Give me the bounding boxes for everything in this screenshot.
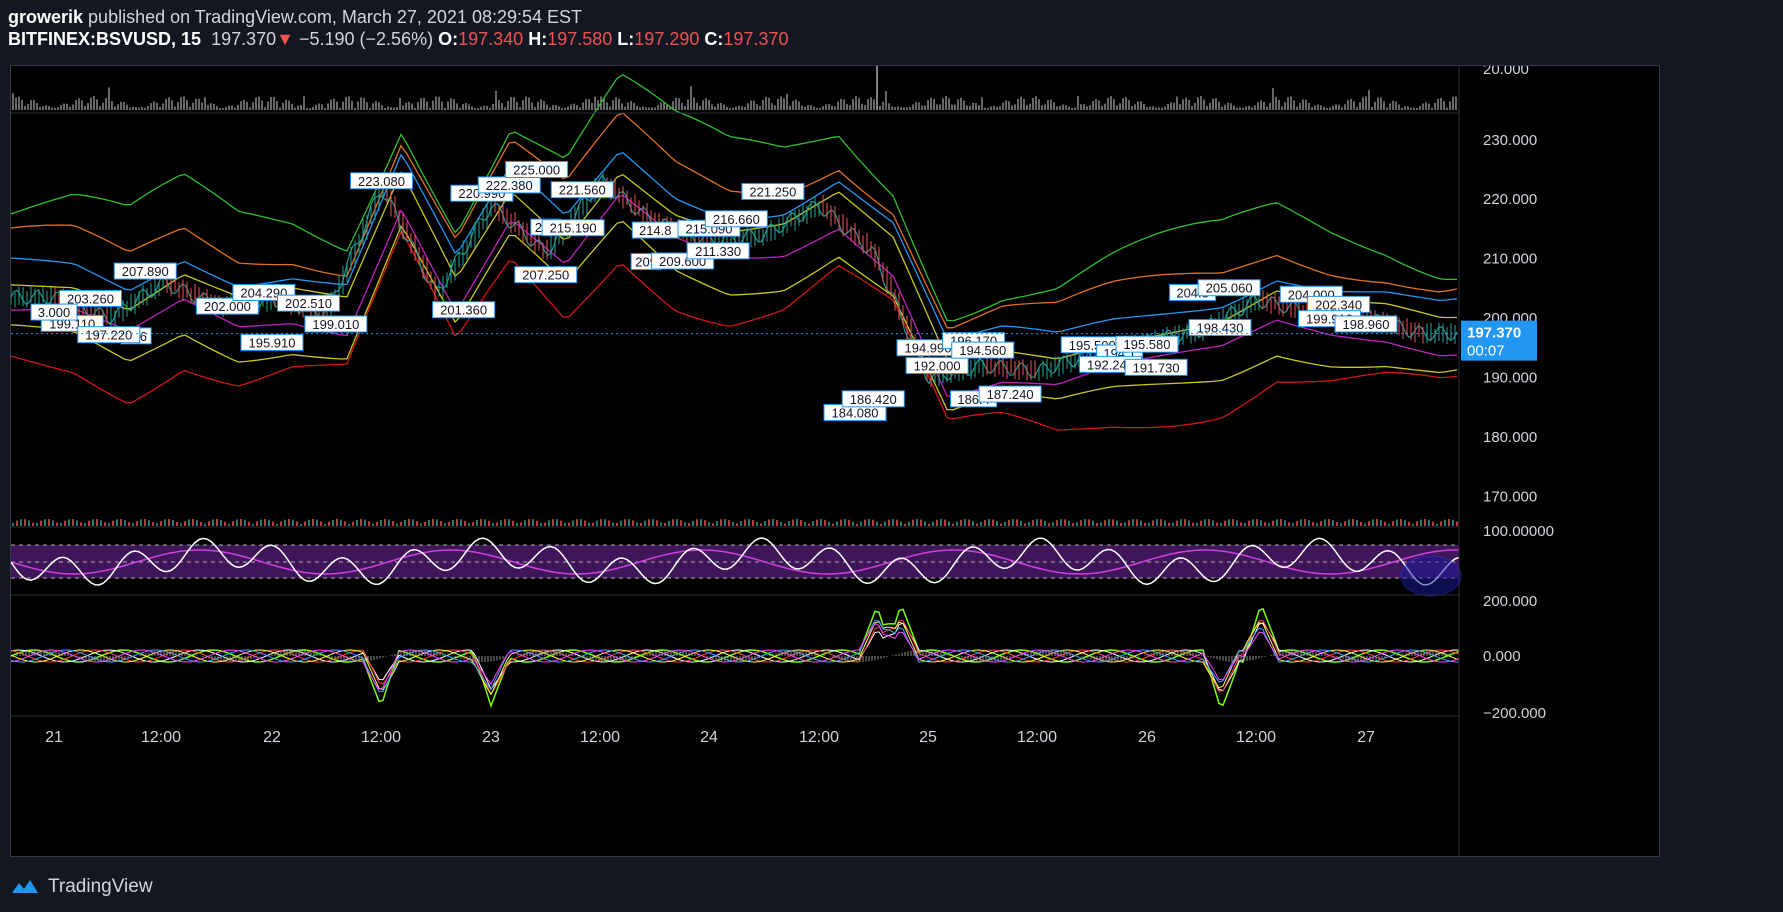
chart-svg[interactable]: 203.260199.110196197.220207.890202.00020… xyxy=(10,60,1659,856)
price-label: 191.730 xyxy=(1133,360,1180,375)
author-name[interactable]: growerik xyxy=(8,7,83,27)
low-value: 197.290 xyxy=(634,29,700,49)
price-tick-label: 230.000 xyxy=(1483,132,1537,149)
time-tick-label: 12:00 xyxy=(361,729,401,746)
open-label: O: xyxy=(438,29,459,49)
oscillator-line xyxy=(10,623,1460,690)
price-labels: 203.260199.110196197.220207.890202.00020… xyxy=(30,160,1398,422)
rsi-axis-label: 100.00000 xyxy=(1483,523,1554,540)
symbol-name[interactable]: BITFINEX:BSVUSD, 15 xyxy=(8,29,201,49)
price-tick-label: 220.000 xyxy=(1483,191,1537,208)
time-axis[interactable]: 21 12:00 22 12:00 23 12:00 24 12:00 25 12:00 26 12:… xyxy=(45,729,1375,746)
price-label: 197.220 xyxy=(85,328,132,343)
chart-header: growerik published on TradingView.com, M… xyxy=(8,6,788,50)
time-tick-label: 12:00 xyxy=(1236,729,1276,746)
price-tick-label: 190.000 xyxy=(1483,369,1537,386)
price-label: 216.660 xyxy=(713,212,760,227)
price-axis[interactable]: 230.000 220.000 210.000 200.000 190.000 180.0… xyxy=(11,61,1554,722)
oscillator-pane xyxy=(10,607,1460,709)
time-tick-label: 22 xyxy=(263,729,281,746)
publish-info: published on TradingView.com, March 27, … xyxy=(88,7,583,27)
price-label: 205.060 xyxy=(1206,281,1253,296)
osc-tick-label: −200.000 xyxy=(1483,705,1546,722)
price-label: 221.560 xyxy=(559,183,606,198)
low-label: L: xyxy=(617,29,635,49)
price-tick-label: 210.000 xyxy=(1483,251,1537,268)
price-label: 195.580 xyxy=(1124,337,1171,352)
time-tick-label: 12:00 xyxy=(580,729,620,746)
high-value: 197.580 xyxy=(547,29,613,49)
volume-bars xyxy=(12,519,1458,526)
price-label: 202.340 xyxy=(1315,297,1362,312)
footer: TradingView xyxy=(10,876,153,898)
rsi-pane xyxy=(10,537,1462,597)
price-label: 211.330 xyxy=(695,244,741,259)
price-label: 222.380 xyxy=(486,178,533,193)
price-label: 201.360 xyxy=(440,303,487,318)
time-tick-label: 21 xyxy=(45,729,63,746)
close-value: 197.370 xyxy=(723,29,789,49)
price-label: 3.000 xyxy=(38,305,71,320)
price-tick-label: 180.000 xyxy=(1483,429,1537,446)
osc-tick-label: 0.000 xyxy=(1483,648,1521,665)
time-tick-label: 12:00 xyxy=(141,729,181,746)
price-tick-label: 170.000 xyxy=(1483,488,1537,505)
price-label: 214.8 xyxy=(639,223,672,238)
price-label: 202.510 xyxy=(285,296,332,311)
tradingview-logo-icon xyxy=(12,880,38,893)
price-label: 221.250 xyxy=(749,184,796,199)
price-tag-value: 197.370 xyxy=(1467,325,1521,342)
price-label: 207.890 xyxy=(122,264,169,279)
time-tick-label: 25 xyxy=(919,729,937,746)
time-tick-label: 24 xyxy=(700,729,718,746)
symbol-line: BITFINEX:BSVUSD, 15 197.370▼ −5.190 (−2.… xyxy=(8,28,788,50)
rsi-highlight xyxy=(1400,555,1462,597)
price-label: 202.000 xyxy=(204,299,251,314)
volume-axis-label: 20.000 xyxy=(1483,66,1529,78)
price-label: 215.190 xyxy=(550,221,597,236)
osc-tick-label: 200.000 xyxy=(1483,593,1537,610)
price-label: 198.960 xyxy=(1343,317,1390,332)
last-price: 197.370 xyxy=(211,29,277,49)
price-label: 223.080 xyxy=(358,174,405,189)
price-change: −5.190 (−2.56%) xyxy=(298,29,434,49)
chart-frame[interactable]: 203.260199.110196197.220207.890202.00020… xyxy=(10,60,1660,857)
price-label: 225.000 xyxy=(513,162,560,177)
time-tick-label: 26 xyxy=(1138,729,1156,746)
close-label: C: xyxy=(704,29,724,49)
time-tick-label: 27 xyxy=(1357,729,1375,746)
price-label: 184.080 xyxy=(832,406,879,421)
price-label: 192.000 xyxy=(914,359,961,374)
brand-name[interactable]: TradingView xyxy=(48,876,153,898)
price-label: 187.240 xyxy=(987,387,1034,402)
time-tick-label: 23 xyxy=(482,729,500,746)
price-label: 207.250 xyxy=(522,268,569,283)
price-label: 186.420 xyxy=(850,392,897,407)
price-label: 199.010 xyxy=(312,317,359,332)
time-tick-label: 12:00 xyxy=(799,729,839,746)
price-label: 195.910 xyxy=(249,335,296,350)
oscillator-line xyxy=(10,621,1460,696)
volume-strip xyxy=(12,60,1457,110)
publish-line: growerik published on TradingView.com, M… xyxy=(8,6,788,28)
high-label: H: xyxy=(528,29,548,49)
down-arrow-icon: ▼ xyxy=(276,29,294,49)
time-tick-label: 12:00 xyxy=(1017,729,1057,746)
open-value: 197.340 xyxy=(458,29,524,49)
price-tag-countdown: 00:07 xyxy=(1467,343,1505,360)
price-label: 194.560 xyxy=(959,343,1006,358)
